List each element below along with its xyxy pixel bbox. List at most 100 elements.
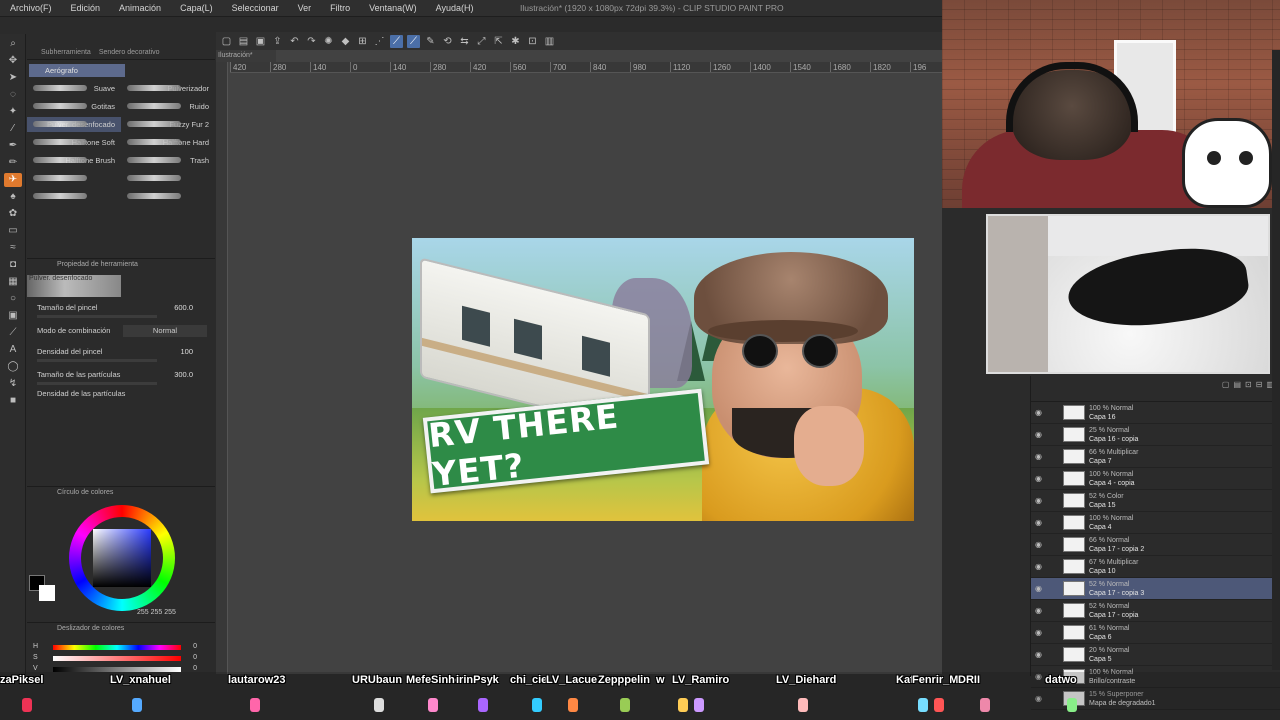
eye-icon[interactable]: ◉ <box>1035 408 1044 417</box>
menu-seleccionar[interactable]: Seleccionar <box>222 3 288 13</box>
tab-subherramienta[interactable]: Subherramienta <box>41 49 91 56</box>
layer-row[interactable]: ◉ 66 % Multiplicar Capa 7 <box>1031 446 1280 468</box>
brush-item[interactable] <box>121 171 215 186</box>
lock-icon[interactable]: ⊡ <box>1245 380 1252 397</box>
layer-row[interactable]: ◉ 67 % Multiplicar Capa 10 <box>1031 556 1280 578</box>
snap-grid-icon[interactable]: ⟋ <box>407 34 420 48</box>
brush-item-selected[interactable]: Pulver. desenfocado <box>27 117 121 132</box>
grid-icon[interactable]: ⊡ <box>526 35 539 48</box>
saturation-value-square[interactable] <box>93 529 151 587</box>
decoration-tool-icon[interactable]: ✿ <box>4 207 22 221</box>
eye-icon[interactable]: ◉ <box>1035 430 1044 439</box>
ruler-tool-icon[interactable]: ⟋ <box>4 326 22 340</box>
layer-row[interactable]: ◉ 100 % Normal Capa 16 <box>1031 402 1280 424</box>
brush-item[interactable]: Fuzzy Fur 2 <box>121 117 215 132</box>
zoom-icon[interactable]: ⤢ <box>475 35 488 48</box>
eye-icon[interactable]: ◉ <box>1035 562 1044 571</box>
eye-icon[interactable]: ◉ <box>1035 452 1044 461</box>
open-icon[interactable]: ▤ <box>237 35 250 48</box>
brush-item[interactable]: Halftone Hard <box>121 135 215 150</box>
blend-tool-icon[interactable]: ≈ <box>4 241 22 255</box>
particle-density-row[interactable]: Densidad de las partículas <box>37 389 207 401</box>
eye-icon[interactable]: ◉ <box>1035 650 1044 659</box>
gradient-tool-icon[interactable]: ▦ <box>4 275 22 289</box>
pencil-tool-icon[interactable]: ✏ <box>4 156 22 170</box>
brush-item[interactable] <box>27 189 121 204</box>
pen-tool-icon[interactable]: ✒ <box>4 139 22 153</box>
brush-item[interactable]: Gotitas <box>27 99 121 114</box>
lasso-tool-icon[interactable]: ◌ <box>4 88 22 102</box>
transform-icon[interactable]: ⊞ <box>356 35 369 48</box>
menu-ver[interactable]: Ver <box>288 3 321 13</box>
operation-tool-icon[interactable]: ➤ <box>4 71 22 85</box>
menu-ventana[interactable]: Ventana(W) <box>359 3 426 13</box>
text-tool-icon[interactable]: A <box>4 343 22 357</box>
layer-icon[interactable]: ▥ <box>543 35 556 48</box>
balloon-tool-icon[interactable]: ◯ <box>4 360 22 374</box>
document-tab[interactable]: Ilustración* <box>216 50 276 62</box>
brush-item[interactable]: Suave <box>27 81 121 96</box>
layer-row[interactable]: ◉ 52 % Normal Capa 17 - copia 3 <box>1031 578 1280 600</box>
layer-row[interactable]: ◉ 52 % Normal Capa 17 - copia <box>1031 600 1280 622</box>
save-icon[interactable]: ▣ <box>254 35 267 48</box>
layer-row[interactable]: ◉ 61 % Normal Capa 6 <box>1031 622 1280 644</box>
export-icon[interactable]: ⇪ <box>271 35 284 48</box>
undo-icon[interactable]: ↶ <box>288 35 301 48</box>
rotate-icon[interactable]: ⟲ <box>441 35 454 48</box>
background-color-swatch[interactable] <box>39 585 55 601</box>
brush-tool-icon[interactable]: ♠ <box>4 190 22 204</box>
pen-icon[interactable]: ✎ <box>424 35 437 48</box>
clear-icon[interactable]: ✺ <box>322 35 335 48</box>
thumbnail-artwork[interactable]: RV THERE YET? <box>412 238 914 521</box>
eye-icon[interactable]: ◉ <box>1035 496 1044 505</box>
flip-icon[interactable]: ⇆ <box>458 35 471 48</box>
shape-tool-icon[interactable]: ○ <box>4 292 22 306</box>
settings-icon[interactable]: ✱ <box>509 35 522 48</box>
correct-line-icon[interactable]: ↯ <box>4 377 22 391</box>
eye-icon[interactable]: ◉ <box>1035 584 1044 593</box>
eraser-tool-icon[interactable]: ▭ <box>4 224 22 238</box>
frame-tool-icon[interactable]: ▣ <box>4 309 22 323</box>
hue-wheel[interactable] <box>69 505 175 611</box>
layer-row[interactable]: ◉ 100 % Normal Capa 4 <box>1031 512 1280 534</box>
eye-icon[interactable]: ◉ <box>1035 518 1044 527</box>
move-tool-icon[interactable]: ✥ <box>4 54 22 68</box>
eyedropper-icon[interactable]: ⁄ <box>4 122 22 136</box>
brush-item[interactable]: Ruido <box>121 99 215 114</box>
density-row[interactable]: Densidad del pincel 100 <box>37 347 207 362</box>
brush-item[interactable] <box>27 171 121 186</box>
particle-size-row[interactable]: Tamaño de las partículas 300.0 <box>37 370 207 385</box>
magic-wand-icon[interactable]: ✦ <box>4 105 22 119</box>
brush-item[interactable] <box>121 189 215 204</box>
eye-icon[interactable]: ◉ <box>1035 474 1044 483</box>
density-value[interactable]: 100 <box>180 347 193 356</box>
layer-row[interactable]: ◉ 66 % Normal Capa 17 - copia 2 <box>1031 534 1280 556</box>
brush-item[interactable]: Halftone Soft <box>27 135 121 150</box>
brush-size-value[interactable]: 600.0 <box>174 303 193 312</box>
menu-capa[interactable]: Capa(L) <box>170 3 222 13</box>
eye-icon[interactable]: ◉ <box>1035 628 1044 637</box>
airbrush-tool-icon[interactable]: ✈ <box>4 173 22 187</box>
brush-item[interactable]: Trash <box>121 153 215 168</box>
redo-icon[interactable]: ↷ <box>305 35 318 48</box>
fill-tool-icon[interactable]: ◘ <box>4 258 22 272</box>
preset-preview[interactable]: Pulver. desenfocado <box>27 275 121 297</box>
subtool-group-airbrush[interactable]: Aerógrafo <box>29 64 125 77</box>
layer-row[interactable]: ◉ 20 % Normal Capa 5 <box>1031 644 1280 666</box>
snap-special-icon[interactable]: ⟋ <box>390 34 403 48</box>
color-swatch-icon[interactable]: ■ <box>4 394 22 408</box>
brush-size-row[interactable]: Tamaño del pincel 600.0 <box>37 303 207 318</box>
menu-filtro[interactable]: Filtro <box>320 3 359 13</box>
menu-edicion[interactable]: Edición <box>61 3 110 13</box>
scrollbar[interactable] <box>1272 50 1280 670</box>
snap-ruler-icon[interactable]: ⋰ <box>373 35 386 48</box>
clip-icon[interactable]: ⊟ <box>1256 380 1263 397</box>
new-layer-icon[interactable]: ▢ <box>1222 380 1230 397</box>
brush-item[interactable]: Halftone Brush <box>27 153 121 168</box>
menu-ayuda[interactable]: Ayuda(H) <box>426 3 483 13</box>
brush-item[interactable]: Pulverizador <box>121 81 215 96</box>
new-file-icon[interactable]: ▢ <box>220 35 233 48</box>
tab-sendero-decorativo[interactable]: Sendero decorativo <box>99 49 160 56</box>
layer-row[interactable]: ◉ 52 % Color Capa 15 <box>1031 490 1280 512</box>
expand-icon[interactable]: ⇱ <box>492 35 505 48</box>
